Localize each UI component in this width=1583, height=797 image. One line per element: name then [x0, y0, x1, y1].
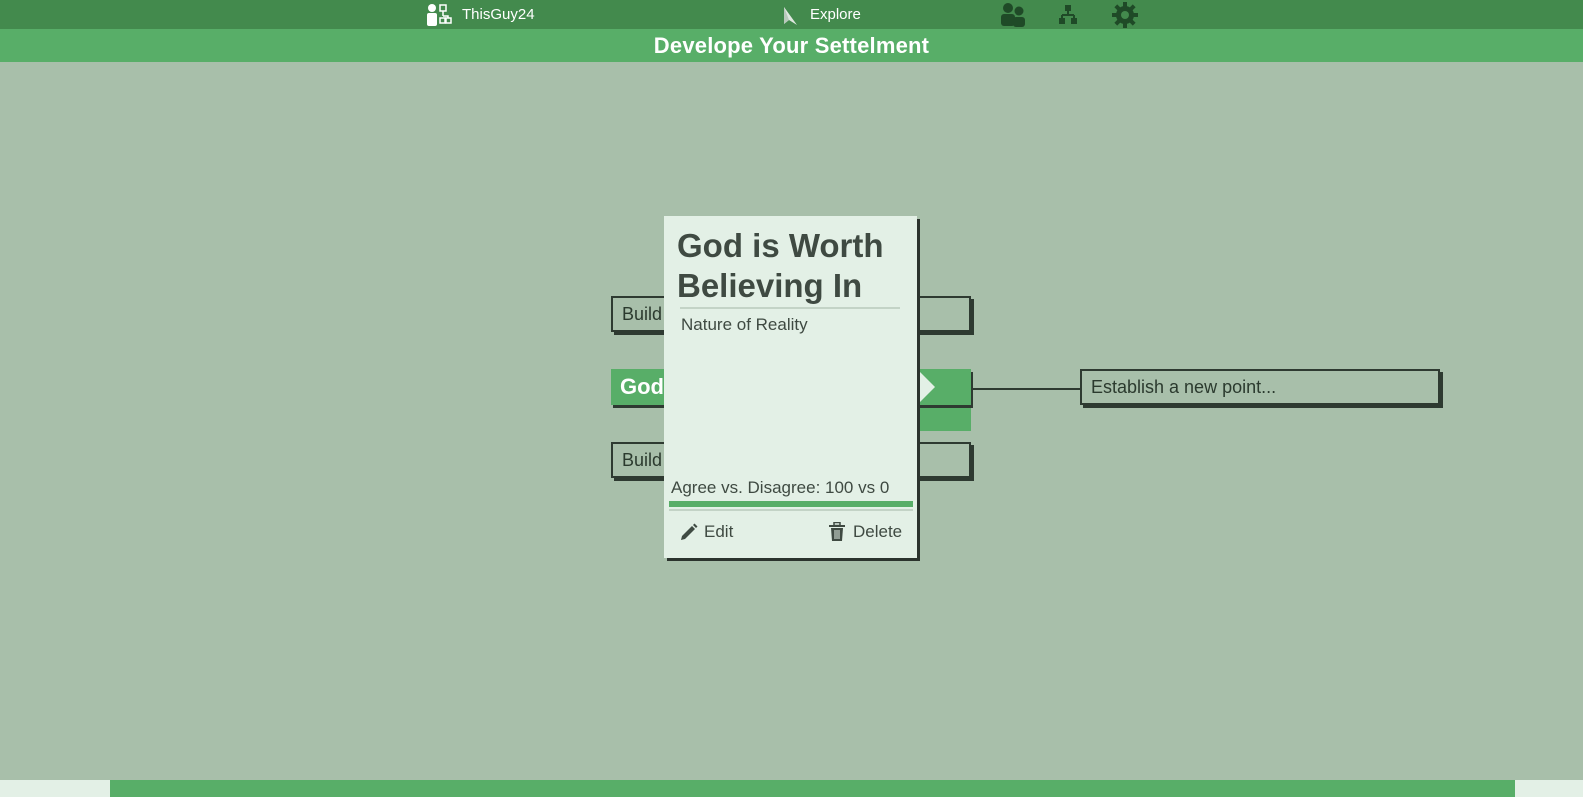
- delete-button[interactable]: Delete: [828, 521, 903, 542]
- page-title: Develope Your Settelment: [653, 32, 930, 58]
- bottom-strip-left: [0, 780, 110, 797]
- new-point-input[interactable]: Establish a new point...: [1080, 369, 1440, 405]
- popup-category: Nature of Reality: [681, 315, 808, 334]
- edit-button[interactable]: Edit: [679, 522, 733, 542]
- selected-node-tab: [917, 408, 971, 431]
- delete-label: Delete: [853, 522, 903, 541]
- agree-progress-bar: [669, 501, 913, 507]
- hierarchy-icon[interactable]: [1059, 2, 1077, 27]
- explore-link[interactable]: Explore: [780, 0, 861, 29]
- username-label: ThisGuy24: [462, 6, 535, 23]
- top-nav-bar: ThisGuy24 Explore: [0, 0, 1583, 29]
- compass-icon: [780, 3, 800, 27]
- profile-link[interactable]: ThisGuy24: [426, 0, 535, 29]
- tree-node-label: Build: [622, 303, 663, 324]
- new-point-placeholder: Establish a new point...: [1091, 376, 1277, 397]
- bottom-strip-right: [1515, 780, 1583, 797]
- point-detail-popup: God is Worth Believing In Nature of Real…: [664, 216, 917, 558]
- page-title-bar: Develope Your Settelment: [0, 29, 1583, 62]
- tree-connector: [973, 388, 1081, 390]
- tree-node-label: God: [620, 374, 664, 399]
- divider: [669, 509, 913, 511]
- gear-icon[interactable]: [1112, 1, 1138, 28]
- pencil-icon: [679, 522, 699, 542]
- bottom-scroll-track[interactable]: [110, 780, 1515, 797]
- agree-disagree-score: Agree vs. Disagree: 100 vs 0: [671, 478, 890, 497]
- user-tree-icon: [426, 3, 452, 27]
- trash-icon: [828, 521, 846, 542]
- explore-label: Explore: [810, 6, 861, 23]
- tree-node-label: Build: [622, 449, 663, 470]
- divider: [680, 307, 900, 309]
- edit-label: Edit: [704, 522, 734, 541]
- popup-title: God is Worth Believing In: [677, 227, 884, 304]
- people-icon[interactable]: [1000, 2, 1026, 27]
- popup-pointer: [917, 369, 935, 405]
